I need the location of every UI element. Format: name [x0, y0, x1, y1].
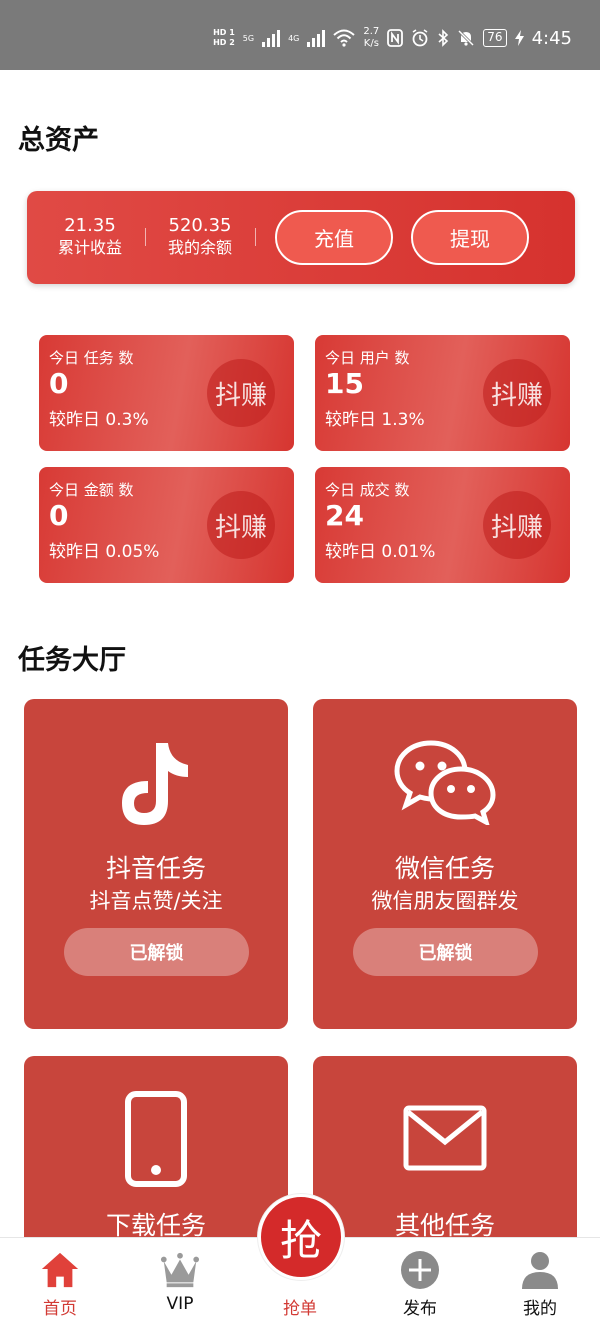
stat-compare: 较昨日 0.05% [49, 542, 160, 562]
charging-icon [514, 30, 524, 46]
network-4g-label: 4G [288, 33, 300, 43]
net-speed-unit: K/s [363, 38, 379, 49]
nav-home-label: 首页 [43, 1299, 77, 1319]
hd2-label: HD 2 [213, 38, 235, 47]
stat-card-users: 今日 用户 数 15 较昨日 1.3% 抖赚 [315, 335, 570, 451]
nav-home[interactable]: 首页 [0, 1238, 120, 1320]
grab-order-button[interactable]: 抢 [258, 1194, 344, 1280]
stat-title: 今日 金额 数 [49, 481, 134, 499]
task-card-other[interactable]: 其他任务 [313, 1056, 577, 1256]
cumulative-earnings: 21.35 累计收益 [35, 215, 145, 259]
stat-value: 15 [325, 367, 364, 400]
stat-badge: 抖赚 [483, 359, 551, 427]
add-circle-icon [400, 1250, 440, 1290]
nav-mine[interactable]: 我的 [480, 1238, 600, 1320]
task-card-douyin[interactable]: 抖音任务 抖音点赞/关注 已解锁 [24, 699, 288, 1029]
stat-card-amount: 今日 金额 数 0 较昨日 0.05% 抖赚 [39, 467, 294, 583]
mail-icon [313, 1104, 577, 1172]
nav-publish-label: 发布 [403, 1299, 437, 1319]
asset-divider-2 [255, 228, 256, 246]
stat-card-tasks: 今日 任务 数 0 较昨日 0.3% 抖赚 [39, 335, 294, 451]
status-bar: HD 1 HD 2 5G 4G 2.7 K/s 76 4:45 [0, 0, 600, 70]
stat-badge: 抖赚 [207, 491, 275, 559]
net-speed-value: 2.7 [363, 26, 380, 37]
stat-value: 0 [49, 499, 69, 532]
nav-vip[interactable]: VIP [120, 1238, 240, 1320]
nav-mine-label: 我的 [523, 1299, 557, 1319]
asset-bar: 21.35 累计收益 520.35 我的余额 充值 提现 [27, 191, 575, 284]
battery-indicator: 76 [483, 29, 507, 47]
stat-compare: 较昨日 0.3% [49, 410, 149, 430]
nav-publish[interactable]: 发布 [360, 1238, 480, 1320]
tiktok-icon [24, 739, 288, 831]
signal-icon [262, 29, 281, 47]
stat-title: 今日 任务 数 [49, 349, 134, 367]
my-balance-value: 520.35 [168, 215, 232, 236]
task-hall-title: 任务大厅 [18, 645, 126, 676]
hd1-label: HD 1 [213, 28, 235, 37]
signal-icon-2 [307, 29, 326, 47]
stat-compare: 较昨日 0.01% [325, 542, 436, 562]
hd-indicator: HD 1 HD 2 [213, 28, 235, 48]
my-balance-label: 我的余额 [167, 238, 232, 257]
task-card-download[interactable]: 下载任务 [24, 1056, 288, 1256]
stat-value: 0 [49, 367, 69, 400]
stat-badge: 抖赚 [483, 491, 551, 559]
nav-vip-label: VIP [166, 1294, 194, 1314]
phone-icon [24, 1090, 288, 1188]
wechat-icon [313, 739, 577, 825]
assets-title: 总资产 [18, 125, 99, 156]
cumulative-earnings-value: 21.35 [64, 215, 116, 236]
network-5g-label: 5G [242, 33, 255, 43]
task-name: 抖音任务 [105, 854, 206, 883]
mute-bell-icon [458, 29, 475, 47]
stat-card-deals: 今日 成交 数 24 较昨日 0.01% 抖赚 [315, 467, 570, 583]
task-name: 微信任务 [394, 854, 495, 883]
task-desc: 微信朋友圈群发 [371, 889, 519, 913]
home-icon [40, 1250, 80, 1290]
alarm-icon [412, 29, 428, 47]
nav-grab-label: 抢单 [283, 1299, 317, 1319]
stat-title: 今日 用户 数 [325, 349, 410, 367]
unlocked-button[interactable]: 已解锁 [64, 928, 249, 976]
crown-icon [160, 1250, 200, 1290]
wifi-icon [333, 29, 356, 47]
clock: 4:45 [531, 27, 572, 49]
stat-badge: 抖赚 [207, 359, 275, 427]
nfc-icon [387, 29, 404, 47]
net-speed: 2.7 K/s [363, 26, 379, 50]
unlocked-button[interactable]: 已解锁 [353, 928, 538, 976]
withdraw-button[interactable]: 提现 [411, 210, 529, 265]
stat-compare: 较昨日 1.3% [325, 410, 425, 430]
recharge-button[interactable]: 充值 [275, 210, 393, 265]
cumulative-earnings-label: 累计收益 [57, 238, 122, 257]
stat-value: 24 [325, 499, 364, 532]
user-icon [520, 1250, 560, 1290]
stat-title: 今日 成交 数 [325, 481, 410, 499]
task-card-wechat[interactable]: 微信任务 微信朋友圈群发 已解锁 [313, 699, 577, 1029]
bluetooth-icon [438, 29, 449, 47]
task-desc: 抖音点赞/关注 [89, 889, 223, 913]
my-balance: 520.35 我的余额 [145, 215, 255, 259]
